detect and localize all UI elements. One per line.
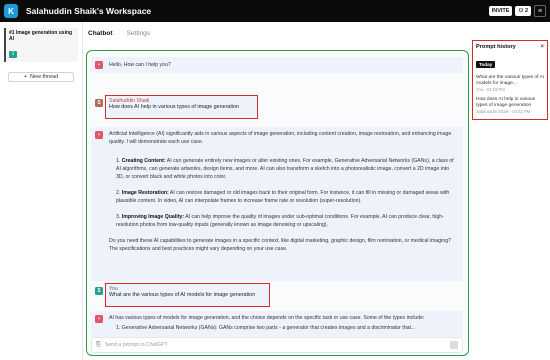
answer-item-title: Creating Content: <box>121 158 166 164</box>
bot-message: ▪ Hello, How can I help you? <box>91 57 463 73</box>
answer-item: 3. Improving Image Quality: AI can help … <box>116 214 444 228</box>
bot-avatar-icon: ▪ <box>95 61 103 69</box>
user-avatar: S <box>95 287 103 295</box>
user-avatar: S <box>95 99 103 107</box>
user-question: How does AI help in various types of ima… <box>109 104 240 110</box>
history-item-text: What are the various types of AI models … <box>476 75 544 86</box>
bot-avatar-icon: ▪ <box>95 131 103 139</box>
thread-badge: 1 <box>9 51 17 58</box>
history-item-text: How does AI help in various types of ima… <box>476 97 536 108</box>
answer-outro: Do you need these AI capabilities to gen… <box>109 238 451 252</box>
history-item[interactable]: What are the various types of AI models … <box>476 75 544 93</box>
answer2-intro: AI has various types of models for image… <box>109 315 425 321</box>
new-thread-button[interactable]: + New thread <box>8 72 74 82</box>
chat-panel: ▪ Hello, How can I help you? S Salahuddi… <box>86 50 469 356</box>
thread-item[interactable]: #1 Image generation using AI 1 <box>4 28 78 62</box>
invite-button[interactable]: INVITE <box>488 6 513 16</box>
plus-icon: + <box>23 74 28 80</box>
user-message: S Salahuddin Shaik How does AI help in v… <box>91 95 463 121</box>
answer-item: 2. Image Restoration: AI can restore dam… <box>116 190 450 204</box>
left-sidebar: #1 Image generation using AI 1 + New thr… <box>0 22 83 360</box>
history-item-meta: Salahuddin Shaik - 04:52 PM <box>476 109 531 114</box>
bot-answer: ▪ AI has various types of models for ima… <box>91 311 463 337</box>
answer-item-text: AI can generate entirely new images or a… <box>116 158 454 180</box>
workspace-title: Salahuddin Shaik's Workspace <box>26 6 152 16</box>
thread-title: #1 Image generation using AI <box>9 30 73 42</box>
tab-chatbot[interactable]: Chatbot <box>88 30 113 37</box>
answer-item-title: Improving Image Quality: <box>121 214 185 220</box>
prompt-history-panel: Prompt history × Today What are the vari… <box>472 40 548 120</box>
attach-icon[interactable]: ⎘ <box>96 342 101 349</box>
prompt-history-title: Prompt history <box>476 44 516 50</box>
user-message: S You What are the various types of AI m… <box>91 283 463 309</box>
hamburger-icon[interactable]: ≡ <box>534 5 546 17</box>
top-bar: K Salahuddin Shaik's Workspace INVITE ⚇ … <box>0 0 550 22</box>
user-question: What are the various types of AI models … <box>109 292 256 298</box>
user-question-box: You What are the various types of AI mod… <box>105 283 270 307</box>
members-count-button[interactable]: ⚇ 2 <box>515 6 531 16</box>
tabs: Chatbot Settings <box>88 30 150 37</box>
tab-settings[interactable]: Settings <box>127 30 151 37</box>
history-item-meta: You - 04:53 PM <box>476 87 505 92</box>
bot-greeting: Hello, How can I help you? <box>109 62 171 68</box>
answer-intro: Artificial Intelligence (AI) significant… <box>109 131 452 145</box>
members-count: 2 <box>524 8 528 14</box>
history-item[interactable]: How does AI help in various types of ima… <box>476 97 544 115</box>
prompt-placeholder: Send a prompt to ChatGPT <box>104 342 168 348</box>
bot-avatar-icon: ▪ <box>95 315 103 323</box>
send-icon[interactable] <box>450 341 458 349</box>
bot-answer: ▪ Artificial Intelligence (AI) significa… <box>91 127 463 281</box>
user-icon: ⚇ <box>518 8 524 14</box>
today-badge: Today <box>476 61 496 68</box>
user-question-box: Salahuddin Shaik How does AI help in var… <box>105 95 258 119</box>
app-logo-icon[interactable]: K <box>4 4 18 18</box>
answer2-partial: 1. Generative Adversarial Networks (GANs… <box>116 325 416 331</box>
new-thread-label: New thread <box>30 74 59 80</box>
top-actions: INVITE ⚇ 2 ≡ <box>488 5 546 17</box>
close-icon[interactable]: × <box>540 44 544 50</box>
answer-item-title: Image Restoration: <box>121 190 169 196</box>
prompt-input[interactable]: ⎘ Send a prompt to ChatGPT <box>91 337 463 353</box>
answer-item: 1. Creating Content: AI can generate ent… <box>116 158 454 180</box>
